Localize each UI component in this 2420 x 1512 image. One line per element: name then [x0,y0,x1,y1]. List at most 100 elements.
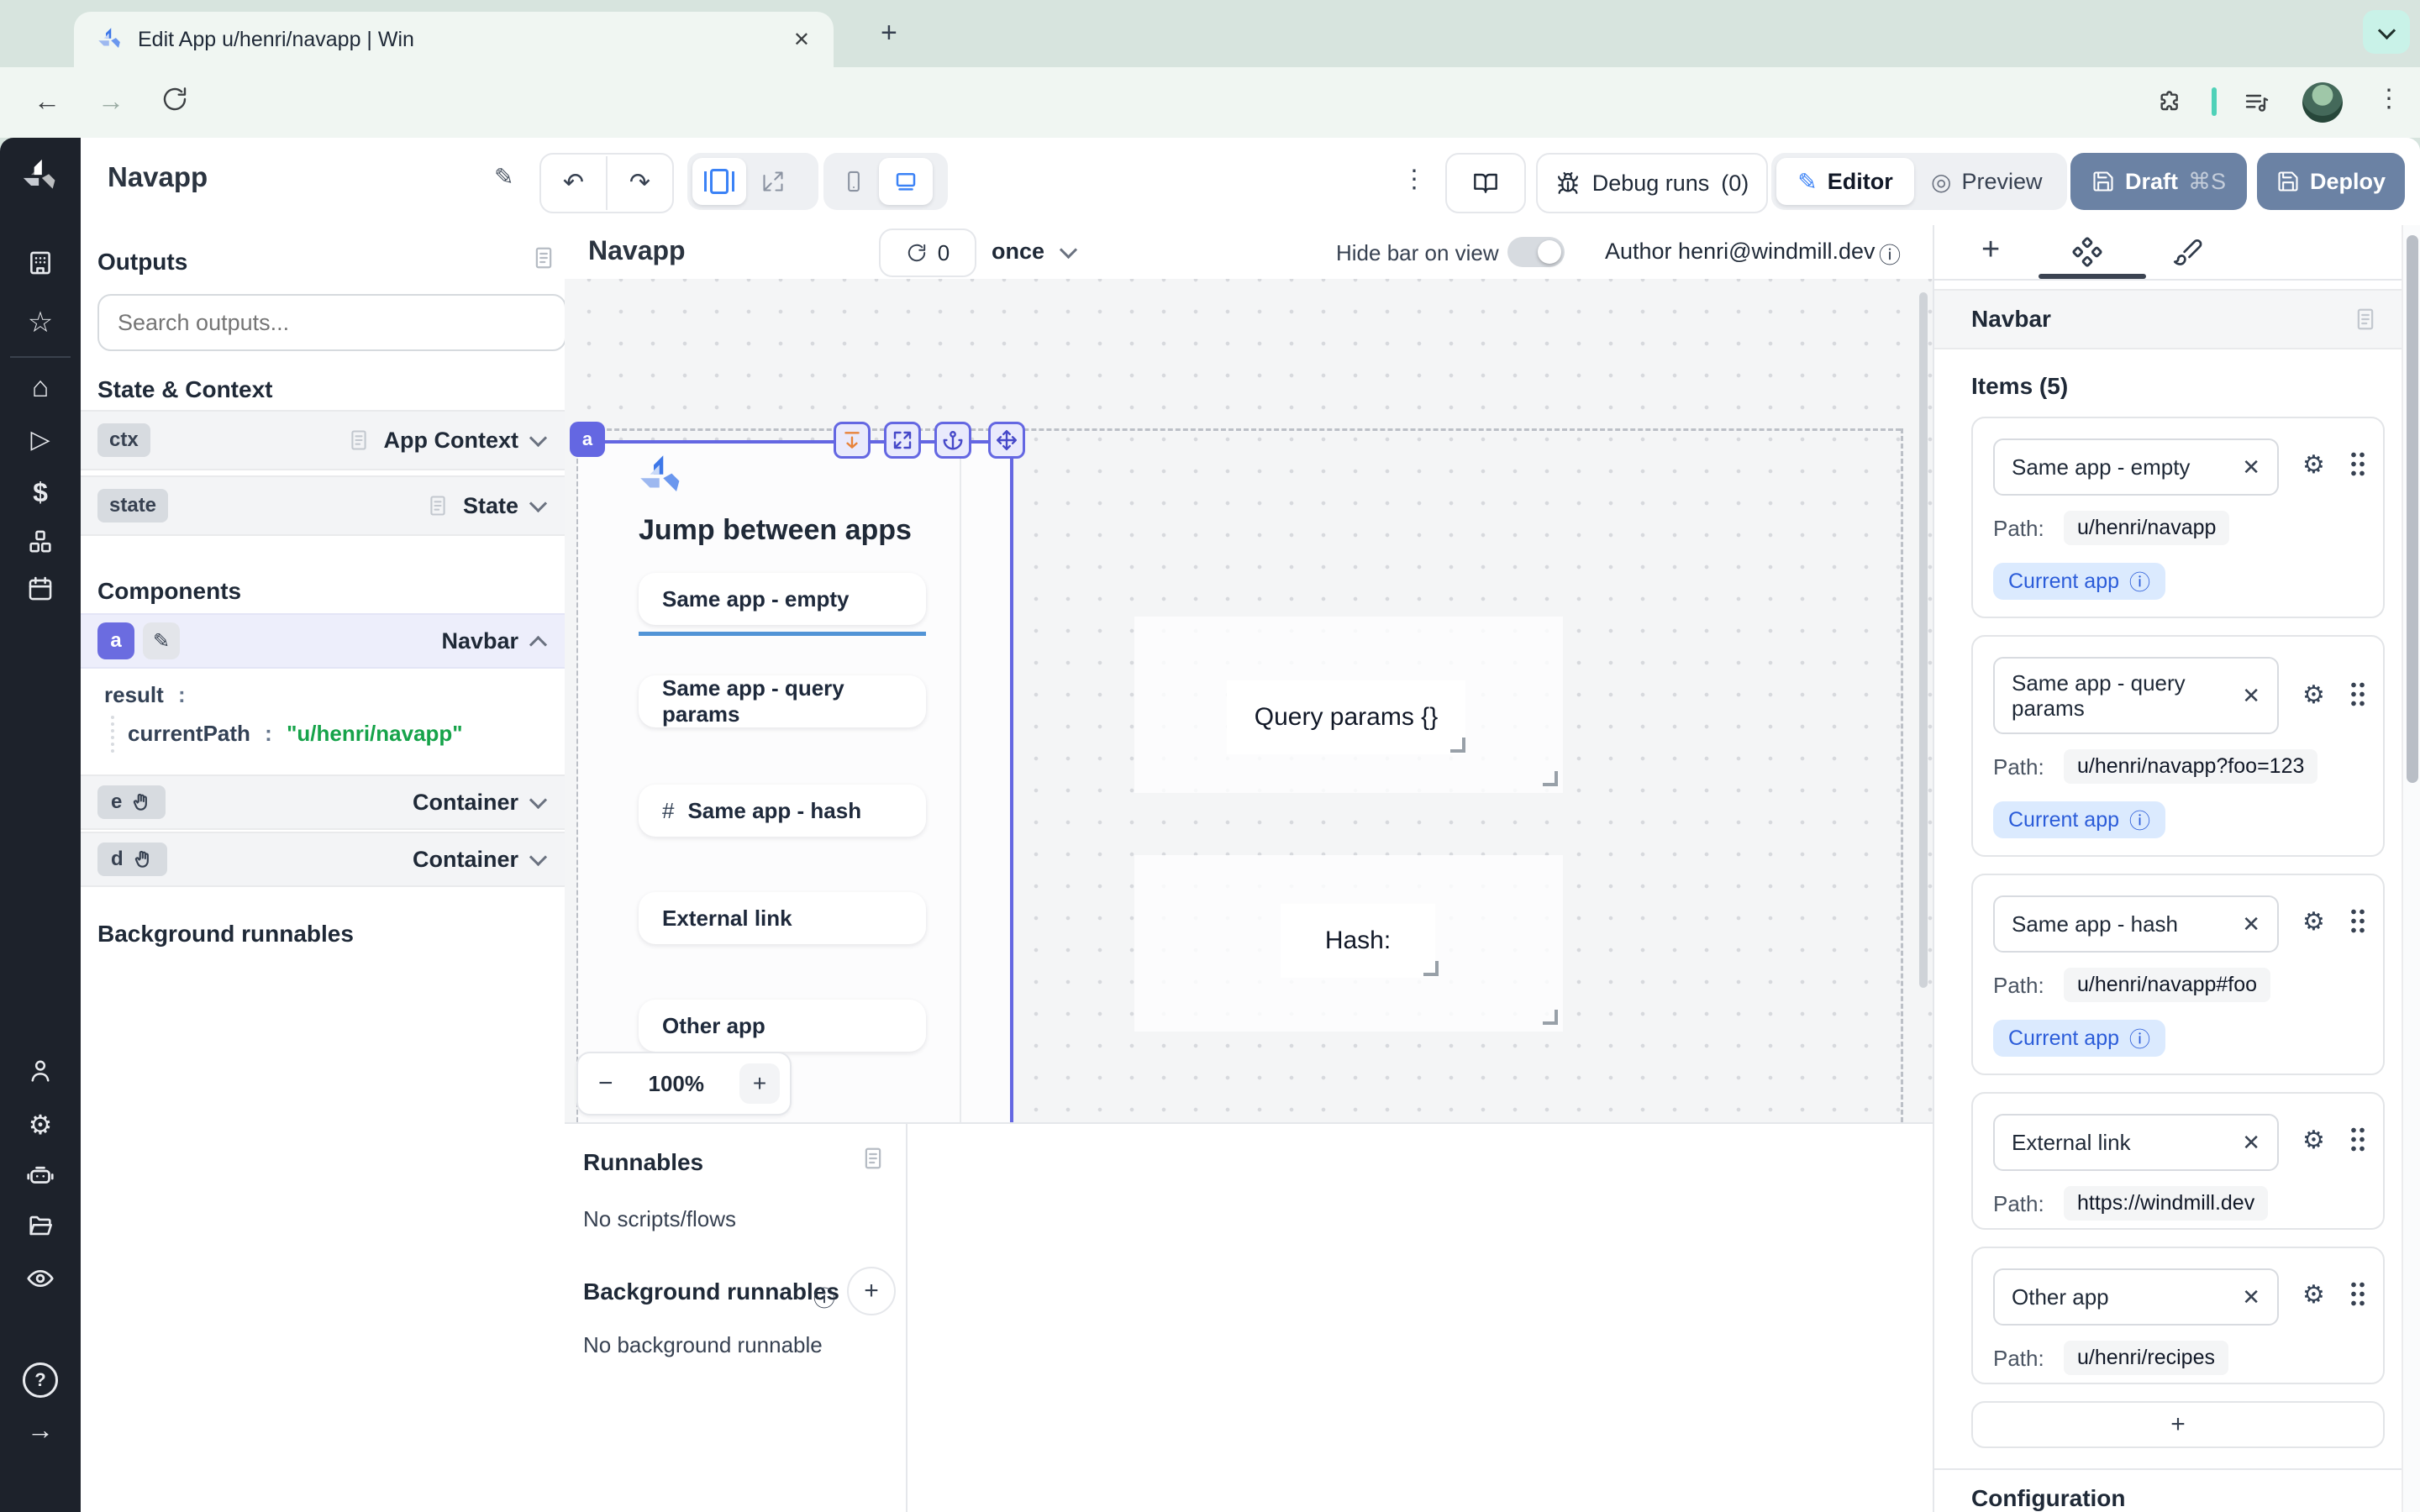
item-settings-gear-icon[interactable]: ⚙ [2302,1280,2325,1310]
docs-book-button[interactable] [1445,153,1526,213]
mobile-view-button[interactable] [829,169,879,194]
component-row-e[interactable]: e Container [81,774,565,830]
extensions-puzzle-icon[interactable] [2156,87,2183,114]
clear-label-icon[interactable]: ✕ [2242,911,2260,937]
sidebar-item-home[interactable]: ⌂ [0,371,81,404]
sidebar-item-settings-gear-icon[interactable]: ⚙ [0,1109,81,1141]
panel-doc-icon[interactable] [2353,307,2378,332]
browser-tab[interactable]: Edit App u/henri/navapp | Win ✕ [74,12,834,67]
resize-handle[interactable] [1450,738,1465,753]
redo-button[interactable]: ↷ [608,156,672,210]
item-settings-gear-icon[interactable]: ⚙ [2302,680,2325,710]
zoom-in-button[interactable]: + [739,1063,780,1104]
canvas-scrollbar[interactable] [1919,292,1928,988]
item-label-input[interactable]: Same app - hash ✕ [1993,895,2279,953]
draft-button[interactable]: Draft ⌘S [2070,153,2247,210]
back-icon[interactable]: ← [34,86,60,117]
sidebar-item-schedules[interactable] [0,575,81,603]
new-tab-button[interactable]: + [881,17,897,50]
panel-scrollbar-thumb[interactable] [2407,235,2418,783]
deploy-button[interactable]: Deploy [2257,153,2405,210]
nav-item-hash[interactable]: # Same app - hash [639,785,926,837]
sidebar-item-workers-robot-icon[interactable] [0,1161,81,1191]
hash-box[interactable]: Hash: [1281,904,1435,978]
avatar[interactable] [2302,82,2343,123]
desktop-view-button[interactable] [879,158,933,205]
sidebar-item-variables[interactable]: $ [0,477,81,508]
add-background-runnable-button[interactable]: + [847,1267,896,1315]
sidebar-item-resources[interactable] [0,528,81,556]
debug-runs-button[interactable]: Debug runs (0) [1536,153,1768,213]
sidebar-item-help-icon[interactable]: ? [0,1362,81,1398]
nav-item-same-app-empty[interactable]: Same app - empty [639,573,926,625]
chevron-down-icon[interactable] [529,790,547,808]
rename-pencil-icon[interactable]: ✎ [494,163,513,191]
tab-insert-plus-icon[interactable]: + [1981,232,2000,268]
item-settings-gear-icon[interactable]: ⚙ [2302,450,2325,480]
expand-button[interactable] [884,422,921,459]
resize-handle[interactable] [1423,961,1439,976]
drag-handle-icon[interactable] [2349,680,2365,707]
item-label-input[interactable]: Same app - query params ✕ [1993,657,2279,734]
run-mode-select[interactable]: once [992,239,1044,265]
reload-icon[interactable] [161,86,188,113]
item-path[interactable]: u/henri/navapp [2064,511,2229,545]
selected-component-badge[interactable]: a [570,422,605,457]
sidebar-item-favorites[interactable]: ☆ [0,306,81,339]
component-row-a[interactable]: a ✎ Navbar [81,613,565,669]
state-row[interactable]: state State [81,475,565,536]
resize-handle[interactable] [1543,1010,1558,1025]
drag-handle-icon[interactable] [2349,1280,2365,1307]
info-icon[interactable]: ⓘ [813,1282,835,1313]
result-line[interactable]: result : [104,682,186,708]
query-params-box[interactable]: Query params {} [1227,680,1465,754]
drag-handle-icon[interactable] [2349,1126,2365,1152]
chevron-down-icon[interactable] [529,428,547,446]
browser-control-button[interactable] [2363,10,2410,54]
selection-right-line[interactable] [1010,440,1013,1122]
item-path[interactable]: u/henri/recipes [2064,1341,2228,1375]
panel-doc-icon[interactable] [860,1146,886,1171]
panel-doc-icon[interactable] [531,245,556,270]
clear-label-icon[interactable]: ✕ [2242,454,2260,480]
preview-tab[interactable]: ◎ Preview [1931,168,2042,196]
item-settings-gear-icon[interactable]: ⚙ [2302,1126,2325,1155]
full-width-layout-button[interactable] [746,170,800,193]
chevron-down-icon[interactable] [529,848,547,865]
zoom-out-button[interactable]: − [598,1069,613,1098]
refresh-button[interactable]: 0 [879,228,976,277]
undo-button[interactable]: ↶ [541,156,608,210]
clear-label-icon[interactable]: ✕ [2242,683,2260,708]
search-outputs-input[interactable] [97,294,566,351]
clear-label-icon[interactable]: ✕ [2242,1130,2260,1156]
sidebar-collapse-arrow-icon[interactable]: → [0,1415,81,1446]
sidebar-item-users[interactable] [0,1057,81,1085]
anchor-button[interactable] [934,422,971,459]
tab-styling-brush-icon[interactable] [2173,237,2203,267]
hide-bar-toggle[interactable] [1507,237,1565,267]
browser-menu-kebab-icon[interactable]: ⋮ [2376,84,2402,113]
ctx-row[interactable]: ctx App Context [81,410,565,470]
tab-components-icon[interactable] [2072,237,2102,274]
add-item-button[interactable]: + [1971,1401,2385,1448]
clear-label-icon[interactable]: ✕ [2242,1284,2260,1310]
sidebar-item-workspace[interactable] [0,249,81,277]
centered-layout-button[interactable] [692,158,746,205]
info-icon[interactable]: ⓘ [2129,805,2150,835]
current-path-line[interactable]: currentPath : "u/henri/navapp" [128,721,463,747]
drag-handle-icon[interactable] [2349,907,2365,934]
sidebar-item-audit-eye-icon[interactable] [0,1263,81,1294]
item-settings-gear-icon[interactable]: ⚙ [2302,907,2325,937]
info-icon[interactable]: ⓘ [2129,1023,2150,1053]
resize-handle[interactable] [1543,771,1558,786]
nav-item-external-link[interactable]: External link [639,892,926,944]
sidebar-item-folders-icon[interactable] [0,1211,81,1240]
nav-item-other-app[interactable]: Other app [639,1000,926,1052]
fill-height-button[interactable] [834,422,871,459]
chevron-down-icon[interactable] [529,494,547,512]
item-label-input[interactable]: External link ✕ [1993,1114,2279,1171]
info-icon[interactable]: ⓘ [2129,566,2150,596]
component-row-d[interactable]: d Container [81,832,565,887]
move-button[interactable] [988,422,1025,459]
editor-tab[interactable]: ✎ Editor [1776,158,1914,205]
